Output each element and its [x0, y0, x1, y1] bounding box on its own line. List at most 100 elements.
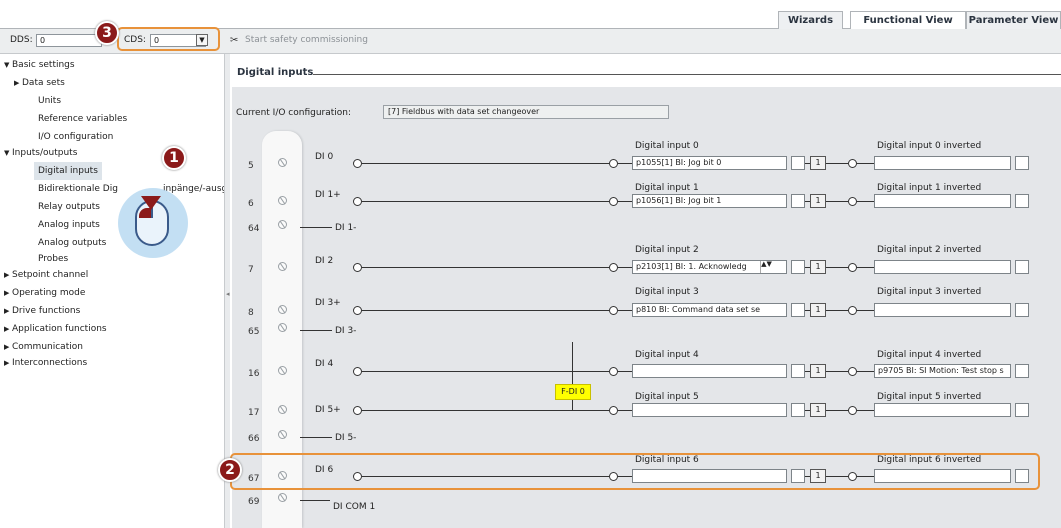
signal-line [857, 410, 874, 411]
signal-line [826, 163, 848, 164]
contact-circle-icon [609, 197, 618, 206]
di-label: DI 1+ [315, 190, 341, 200]
contact-circle-icon [353, 367, 362, 376]
terminal-screw-icon [278, 430, 287, 439]
connector-button[interactable] [791, 194, 805, 208]
digital-input-source-field[interactable]: p810 BI: Command data set se [632, 303, 787, 317]
connector-button[interactable] [791, 403, 805, 417]
connector-button[interactable] [1015, 364, 1029, 378]
contact-circle-icon [353, 159, 362, 168]
terminal-screw-icon [278, 366, 287, 375]
connector-button[interactable] [791, 303, 805, 317]
signal-line [826, 267, 848, 268]
connector-button[interactable] [1015, 194, 1029, 208]
connector-button[interactable] [791, 364, 805, 378]
fdi-connector-line [572, 400, 573, 410]
connector-button[interactable] [1015, 303, 1029, 317]
inverter-block-icon: 1 [810, 156, 826, 170]
contact-circle-icon [353, 263, 362, 272]
digital-input-inverted-title: Digital input 3 inverted [877, 287, 982, 297]
contact-circle-icon [848, 159, 857, 168]
digital-input-title: Digital input 3 [635, 287, 699, 297]
digital-input-inverted-title: Digital input 2 inverted [877, 245, 982, 255]
digital-input-inverted-field[interactable] [874, 194, 1011, 208]
inverter-block-icon: 1 [810, 194, 826, 208]
digital-input-source-field[interactable] [632, 364, 787, 378]
connector-button[interactable] [1015, 156, 1029, 170]
terminal-screw-icon [278, 305, 287, 314]
digital-input-rows: 5 DI 0 Digital input 0 p1055[1] BI: Jog bit… [0, 0, 1061, 528]
digital-input-inverted-field[interactable] [874, 303, 1011, 317]
digital-input-title: Digital input 4 [635, 350, 699, 360]
di-minus-label: DI 1- [335, 223, 357, 233]
connector-button[interactable] [791, 260, 805, 274]
digital-input-inverted-field[interactable]: p9705 BI: SI Motion: Test stop s [874, 364, 1011, 378]
signal-line [300, 227, 332, 228]
connector-button[interactable] [1015, 260, 1029, 274]
spinner-icon[interactable]: ▲▼ [760, 261, 772, 273]
contact-circle-icon [609, 367, 618, 376]
terminal-number: 16 [248, 369, 260, 379]
inverter-block-icon: 1 [810, 364, 826, 378]
digital-input-title: Digital input 0 [635, 141, 699, 151]
digital-input-source-field[interactable]: p1055[1] BI: Jog bit 0 [632, 156, 787, 170]
digital-input-source-field[interactable] [632, 403, 787, 417]
terminal-screw-icon [278, 220, 287, 229]
digital-input-title: Digital input 2 [635, 245, 699, 255]
connector-button[interactable] [791, 156, 805, 170]
di-label: DI 2 [315, 256, 334, 266]
signal-line [857, 267, 874, 268]
terminal-number: 64 [248, 224, 260, 234]
connector-button[interactable] [1015, 403, 1029, 417]
signal-line [362, 163, 609, 164]
terminal-screw-icon [278, 196, 287, 205]
contact-circle-icon [609, 306, 618, 315]
digital-input-inverted-field[interactable] [874, 156, 1011, 170]
digital-input-inverted-title: Digital input 0 inverted [877, 141, 982, 151]
signal-line [826, 371, 848, 372]
signal-line [826, 201, 848, 202]
signal-line [618, 267, 632, 268]
fdi-connector-line [572, 342, 573, 384]
terminal-number: 6 [248, 199, 254, 209]
digital-input-source-field[interactable]: p1056[1] BI: Jog bit 1 [632, 194, 787, 208]
signal-line [618, 201, 632, 202]
signal-line [618, 371, 632, 372]
digital-input-title: Digital input 1 [635, 183, 699, 193]
terminal-screw-icon [278, 158, 287, 167]
signal-line [362, 310, 609, 311]
di-minus-label: DI 5- [335, 433, 357, 443]
signal-line [826, 410, 848, 411]
digital-input-inverted-title: Digital input 1 inverted [877, 183, 982, 193]
contact-circle-icon [609, 263, 618, 272]
contact-circle-icon [609, 159, 618, 168]
signal-line [618, 410, 632, 411]
callout-1: 1 [162, 146, 186, 170]
terminal-number: 17 [248, 408, 260, 418]
signal-line [300, 437, 332, 438]
digital-input-inverted-field[interactable] [874, 403, 1011, 417]
contact-circle-icon [609, 406, 618, 415]
contact-circle-icon [848, 367, 857, 376]
contact-circle-icon [848, 197, 857, 206]
signal-line [300, 330, 332, 331]
click-arrow-icon [141, 196, 161, 210]
terminal-number: 7 [248, 265, 254, 275]
di-minus-label: DI 3- [335, 326, 357, 336]
terminal-number: 5 [248, 161, 254, 171]
terminal-number: 65 [248, 327, 260, 337]
contact-circle-icon [848, 306, 857, 315]
digital-input-inverted-field[interactable] [874, 260, 1011, 274]
di-label: DI 4 [315, 359, 334, 369]
signal-line [857, 201, 874, 202]
terminal-screw-icon [278, 493, 287, 502]
signal-line [618, 310, 632, 311]
contact-circle-icon [353, 306, 362, 315]
terminal-screw-icon [278, 323, 287, 332]
fdi-block: F-DI 0 [555, 384, 591, 400]
signal-line [362, 267, 609, 268]
digital-input-inverted-title: Digital input 5 inverted [877, 392, 982, 402]
row-di6-highlight [230, 453, 1040, 490]
signal-line [618, 163, 632, 164]
di-label: DI 0 [315, 152, 334, 162]
